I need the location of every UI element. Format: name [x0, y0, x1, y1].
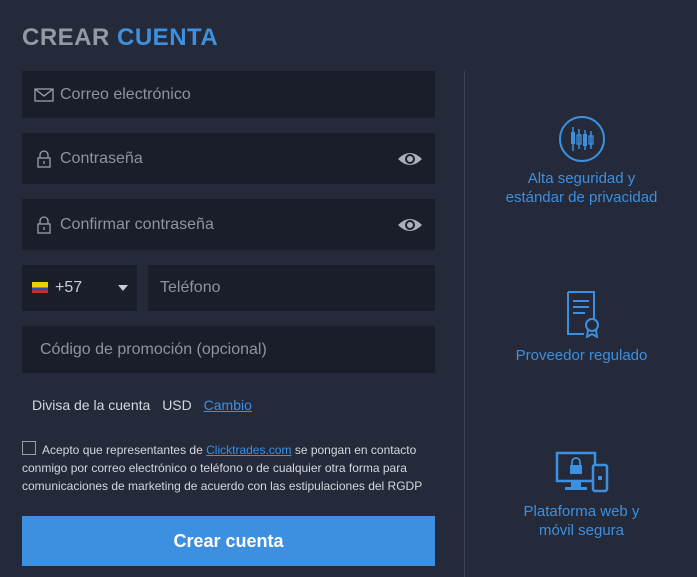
candlestick-chart-icon	[558, 116, 605, 162]
account-currency: Divisa de la cuenta USD Cambio	[32, 397, 252, 413]
chevron-down-icon	[118, 285, 128, 291]
currency-change-link[interactable]: Cambio	[204, 397, 252, 413]
promo-code-field[interactable]: Código de promoción (opcional)	[22, 326, 435, 373]
feature-platform-line1: Plataforma web y	[523, 503, 640, 520]
lock-icon	[37, 215, 51, 234]
promo-placeholder: Código de promoción (opcional)	[40, 340, 267, 358]
email-placeholder: Correo electrónico	[60, 85, 191, 103]
page-title: CREAR CUENTA	[22, 24, 218, 52]
phone-field[interactable]: Teléfono	[148, 265, 435, 311]
password-placeholder: Contraseña	[60, 149, 143, 167]
country-code-select[interactable]: +57	[22, 265, 137, 311]
devices-lock-icon	[555, 451, 608, 493]
currency-label: Divisa de la cuenta	[32, 397, 151, 413]
consent-text: Acepto que representantes de Clicktrades…	[22, 441, 432, 495]
show-password-eye-icon[interactable]	[397, 150, 423, 168]
consent-prefix: Acepto que representantes de	[42, 443, 203, 457]
envelope-icon	[34, 87, 54, 102]
colombia-flag-icon	[32, 282, 48, 293]
clicktrades-link[interactable]: Clicktrades.com	[206, 443, 291, 457]
feature-security: Alta seguridad y estándar de privacidad	[466, 115, 697, 207]
email-field[interactable]: Correo electrónico	[22, 71, 435, 118]
certificate-icon	[566, 291, 599, 338]
country-code-value: +57	[55, 279, 83, 296]
currency-value: USD	[162, 397, 192, 413]
feature-platform: Plataforma web y móvil segura	[466, 451, 697, 540]
title-word-cuenta: CUENTA	[117, 24, 219, 51]
phone-placeholder: Teléfono	[160, 279, 221, 296]
password-field[interactable]: Contraseña	[22, 133, 435, 184]
create-account-button[interactable]: Crear cuenta	[22, 516, 435, 566]
feature-platform-line2: móvil segura	[538, 522, 625, 539]
title-word-crear: CREAR	[22, 24, 110, 51]
feature-security-line2: estándar de privacidad	[505, 189, 658, 206]
feature-security-line1: Alta seguridad y	[527, 170, 636, 187]
feature-regulated: Proveedor regulado	[466, 290, 697, 365]
consent-checkbox[interactable]	[22, 441, 36, 455]
column-divider	[464, 71, 465, 577]
lock-icon	[37, 149, 51, 168]
feature-regulated-line1: Proveedor regulado	[515, 347, 648, 364]
confirm-password-field[interactable]: Confirmar contraseña	[22, 199, 435, 250]
show-confirm-password-eye-icon[interactable]	[397, 216, 423, 234]
confirm-password-placeholder: Confirmar contraseña	[60, 215, 214, 233]
